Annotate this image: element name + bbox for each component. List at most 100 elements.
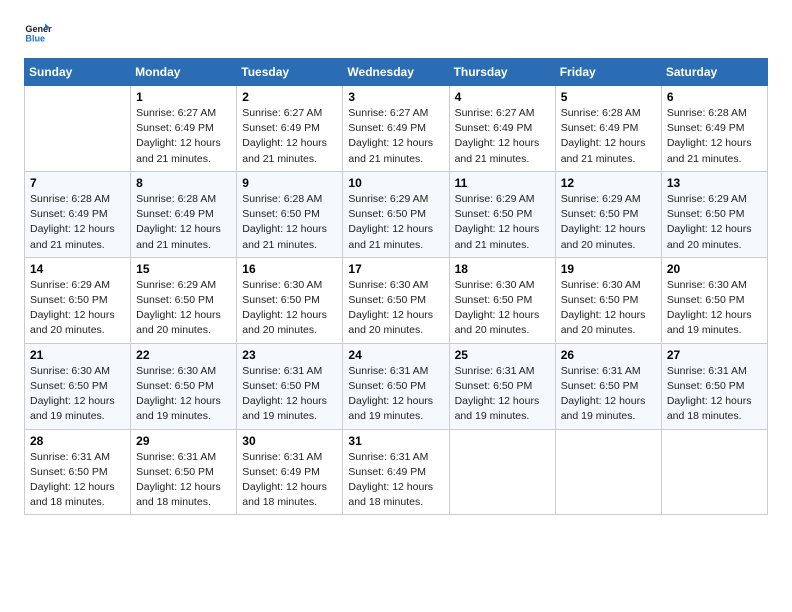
day-info: Sunrise: 6:28 AM Sunset: 6:49 PM Dayligh… — [667, 106, 762, 167]
day-number: 2 — [242, 90, 337, 104]
header-day-saturday: Saturday — [661, 59, 767, 86]
day-number: 17 — [348, 262, 443, 276]
day-number: 11 — [455, 176, 550, 190]
week-row-1: 1Sunrise: 6:27 AM Sunset: 6:49 PM Daylig… — [25, 86, 768, 172]
day-info: Sunrise: 6:28 AM Sunset: 6:49 PM Dayligh… — [561, 106, 656, 167]
calendar-cell — [25, 86, 131, 172]
day-info: Sunrise: 6:30 AM Sunset: 6:50 PM Dayligh… — [30, 364, 125, 425]
day-number: 22 — [136, 348, 231, 362]
day-number: 28 — [30, 434, 125, 448]
day-info: Sunrise: 6:30 AM Sunset: 6:50 PM Dayligh… — [136, 364, 231, 425]
day-number: 10 — [348, 176, 443, 190]
page-header: General Blue — [24, 20, 768, 48]
day-info: Sunrise: 6:27 AM Sunset: 6:49 PM Dayligh… — [242, 106, 337, 167]
day-number: 19 — [561, 262, 656, 276]
day-number: 18 — [455, 262, 550, 276]
day-number: 3 — [348, 90, 443, 104]
logo-icon: General Blue — [24, 20, 52, 48]
day-info: Sunrise: 6:29 AM Sunset: 6:50 PM Dayligh… — [667, 192, 762, 253]
day-info: Sunrise: 6:27 AM Sunset: 6:49 PM Dayligh… — [348, 106, 443, 167]
day-info: Sunrise: 6:27 AM Sunset: 6:49 PM Dayligh… — [455, 106, 550, 167]
day-info: Sunrise: 6:30 AM Sunset: 6:50 PM Dayligh… — [348, 278, 443, 339]
day-info: Sunrise: 6:29 AM Sunset: 6:50 PM Dayligh… — [30, 278, 125, 339]
day-number: 20 — [667, 262, 762, 276]
calendar-cell: 16Sunrise: 6:30 AM Sunset: 6:50 PM Dayli… — [237, 257, 343, 343]
day-number: 5 — [561, 90, 656, 104]
calendar-cell: 24 Sunrise: 6:31 AM Sunset: 6:50 PM Dayli… — [343, 343, 449, 429]
day-number: 23 — [242, 348, 337, 362]
calendar-cell: 17 Sunrise: 6:30 AM Sunset: 6:50 PM Dayli… — [343, 257, 449, 343]
day-info: Sunrise: 6:28 AM Sunset: 6:50 PM Dayligh… — [242, 192, 337, 253]
calendar-cell — [661, 429, 767, 515]
calendar-cell: 10Sunrise: 6:29 AM Sunset: 6:50 PM Dayli… — [343, 171, 449, 257]
calendar-cell: 25 Sunrise: 6:31 AM Sunset: 6:50 PM Dayli… — [449, 343, 555, 429]
day-number: 13 — [667, 176, 762, 190]
calendar-cell: 22 Sunrise: 6:30 AM Sunset: 6:50 PM Dayli… — [131, 343, 237, 429]
header-day-friday: Friday — [555, 59, 661, 86]
day-number: 21 — [30, 348, 125, 362]
calendar-cell: 9 Sunrise: 6:28 AM Sunset: 6:50 PM Daylig… — [237, 171, 343, 257]
calendar-cell: 21 Sunrise: 6:30 AM Sunset: 6:50 PM Dayli… — [25, 343, 131, 429]
calendar-cell: 29 Sunrise: 6:31 AM Sunset: 6:50 PM Dayli… — [131, 429, 237, 515]
calendar-cell — [449, 429, 555, 515]
header-day-tuesday: Tuesday — [237, 59, 343, 86]
day-number: 6 — [667, 90, 762, 104]
calendar-cell: 23 Sunrise: 6:31 AM Sunset: 6:50 PM Dayli… — [237, 343, 343, 429]
header-day-thursday: Thursday — [449, 59, 555, 86]
day-info: Sunrise: 6:31 AM Sunset: 6:50 PM Dayligh… — [348, 364, 443, 425]
calendar-cell: 18 Sunrise: 6:30 AM Sunset: 6:50 PM Dayli… — [449, 257, 555, 343]
calendar-cell: 6 Sunrise: 6:28 AM Sunset: 6:49 PM Daylig… — [661, 86, 767, 172]
calendar-cell: 8 Sunrise: 6:28 AM Sunset: 6:49 PM Daylig… — [131, 171, 237, 257]
calendar-cell: 4 Sunrise: 6:27 AM Sunset: 6:49 PM Daylig… — [449, 86, 555, 172]
day-info: Sunrise: 6:31 AM Sunset: 6:49 PM Dayligh… — [242, 450, 337, 511]
day-info: Sunrise: 6:30 AM Sunset: 6:50 PM Dayligh… — [455, 278, 550, 339]
day-number: 12 — [561, 176, 656, 190]
day-number: 29 — [136, 434, 231, 448]
week-row-3: 14 Sunrise: 6:29 AM Sunset: 6:50 PM Dayli… — [25, 257, 768, 343]
day-info: Sunrise: 6:31 AM Sunset: 6:50 PM Dayligh… — [242, 364, 337, 425]
week-row-5: 28 Sunrise: 6:31 AM Sunset: 6:50 PM Dayli… — [25, 429, 768, 515]
day-number: 26 — [561, 348, 656, 362]
header-day-monday: Monday — [131, 59, 237, 86]
calendar-cell: 3 Sunrise: 6:27 AM Sunset: 6:49 PM Daylig… — [343, 86, 449, 172]
calendar-cell: 13 Sunrise: 6:29 AM Sunset: 6:50 PM Dayli… — [661, 171, 767, 257]
day-number: 9 — [242, 176, 337, 190]
calendar-cell: 28 Sunrise: 6:31 AM Sunset: 6:50 PM Dayli… — [25, 429, 131, 515]
calendar-cell: 11 Sunrise: 6:29 AM Sunset: 6:50 PM Dayli… — [449, 171, 555, 257]
day-info: Sunrise: 6:29 AM Sunset: 6:50 PM Dayligh… — [455, 192, 550, 253]
day-info: Sunrise: 6:31 AM Sunset: 6:50 PM Dayligh… — [30, 450, 125, 511]
day-number: 25 — [455, 348, 550, 362]
day-info: Sunrise: 6:28 AM Sunset: 6:49 PM Dayligh… — [136, 192, 231, 253]
day-number: 27 — [667, 348, 762, 362]
calendar-cell: 2 Sunrise: 6:27 AM Sunset: 6:49 PM Daylig… — [237, 86, 343, 172]
svg-text:Blue: Blue — [25, 34, 45, 44]
day-number: 8 — [136, 176, 231, 190]
day-info: Sunrise: 6:31 AM Sunset: 6:50 PM Dayligh… — [136, 450, 231, 511]
calendar-cell: 7 Sunrise: 6:28 AM Sunset: 6:49 PM Daylig… — [25, 171, 131, 257]
svg-text:General: General — [25, 24, 52, 34]
day-info: Sunrise: 6:28 AM Sunset: 6:49 PM Dayligh… — [30, 192, 125, 253]
calendar-cell — [555, 429, 661, 515]
calendar-cell: 26Sunrise: 6:31 AM Sunset: 6:50 PM Dayli… — [555, 343, 661, 429]
day-info: Sunrise: 6:30 AM Sunset: 6:50 PM Dayligh… — [561, 278, 656, 339]
day-number: 24 — [348, 348, 443, 362]
day-number: 14 — [30, 262, 125, 276]
calendar-cell: 19 Sunrise: 6:30 AM Sunset: 6:50 PM Dayli… — [555, 257, 661, 343]
header-day-sunday: Sunday — [25, 59, 131, 86]
logo: General Blue — [24, 20, 56, 48]
calendar-cell: 5 Sunrise: 6:28 AM Sunset: 6:49 PM Daylig… — [555, 86, 661, 172]
calendar-cell: 12 Sunrise: 6:29 AM Sunset: 6:50 PM Dayli… — [555, 171, 661, 257]
day-number: 7 — [30, 176, 125, 190]
calendar-cell: 15Sunrise: 6:29 AM Sunset: 6:50 PM Dayli… — [131, 257, 237, 343]
calendar-cell: 31Sunrise: 6:31 AM Sunset: 6:49 PM Dayli… — [343, 429, 449, 515]
calendar-cell: 1Sunrise: 6:27 AM Sunset: 6:49 PM Daylig… — [131, 86, 237, 172]
day-number: 4 — [455, 90, 550, 104]
calendar-cell: 20 Sunrise: 6:30 AM Sunset: 6:50 PM Dayli… — [661, 257, 767, 343]
day-info: Sunrise: 6:27 AM Sunset: 6:49 PM Dayligh… — [136, 106, 231, 167]
calendar-header: SundayMondayTuesdayWednesdayThursdayFrid… — [25, 59, 768, 86]
header-day-wednesday: Wednesday — [343, 59, 449, 86]
day-info: Sunrise: 6:31 AM Sunset: 6:50 PM Dayligh… — [667, 364, 762, 425]
day-info: Sunrise: 6:29 AM Sunset: 6:50 PM Dayligh… — [561, 192, 656, 253]
day-info: Sunrise: 6:30 AM Sunset: 6:50 PM Dayligh… — [667, 278, 762, 339]
day-info: Sunrise: 6:31 AM Sunset: 6:50 PM Dayligh… — [455, 364, 550, 425]
